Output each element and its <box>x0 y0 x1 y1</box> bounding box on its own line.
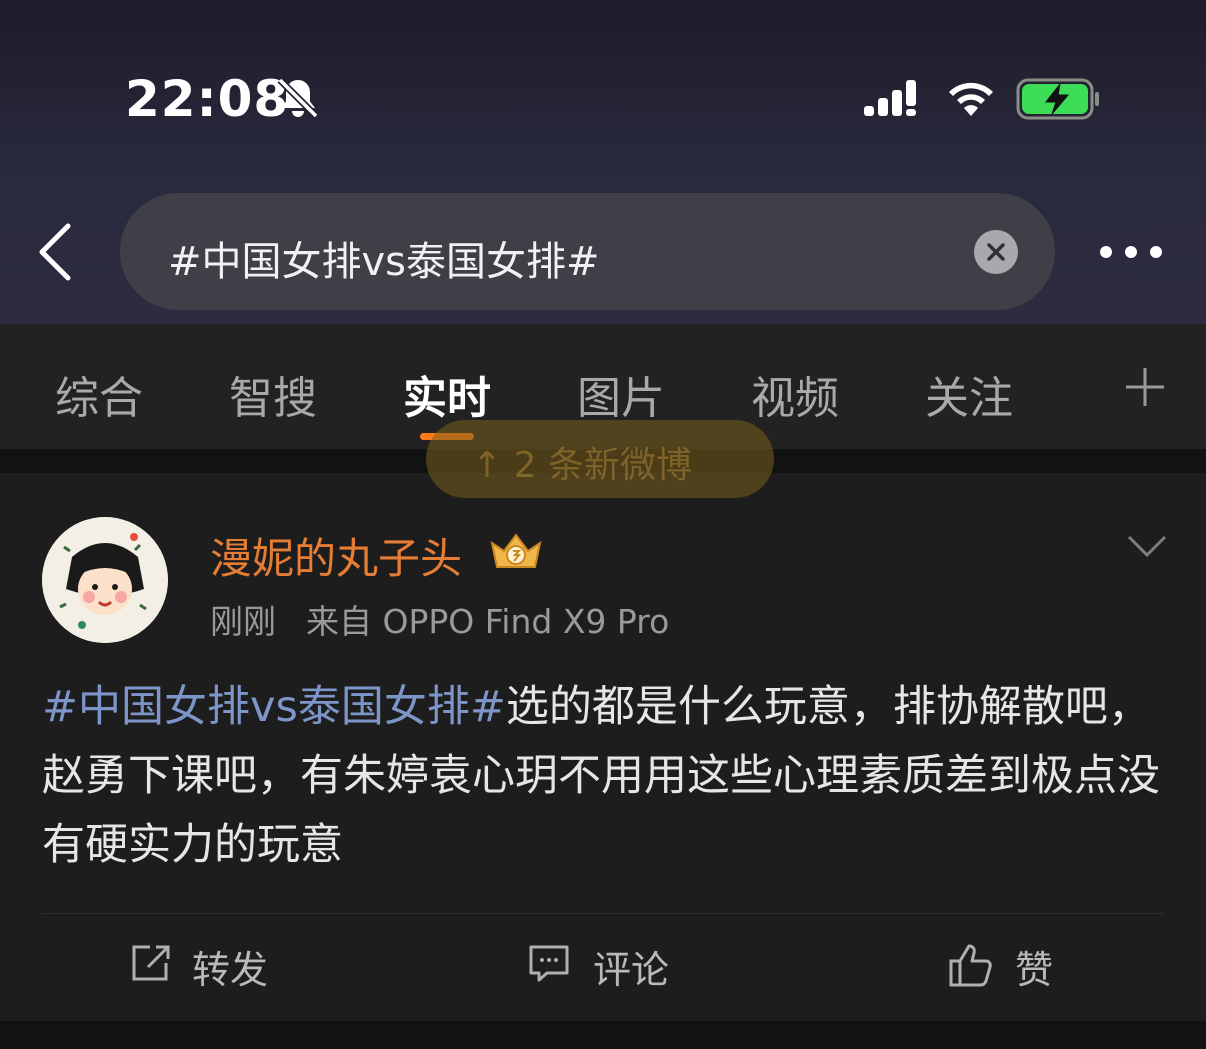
tab-realtime[interactable]: 实时 <box>403 362 491 426</box>
post-time: 刚刚 <box>210 602 276 641</box>
post-source: 来自 OPPO Find X9 Pro <box>306 602 670 641</box>
plus-icon[interactable] <box>1124 366 1166 408</box>
chevron-down-icon[interactable] <box>1126 533 1168 559</box>
cellular-signal-icon <box>864 80 916 116</box>
wifi-icon <box>949 82 993 116</box>
comment-label: 评论 <box>593 948 670 992</box>
search-query: #中国女排vs泰国女排# <box>168 239 600 285</box>
comment-icon <box>529 945 569 982</box>
new-posts-text: ↑ 2 条新微博 <box>472 445 692 486</box>
post-meta: 刚刚 来自 OPPO Find X9 Pro <box>210 595 669 643</box>
tab-comprehensive[interactable]: 综合 <box>55 362 143 426</box>
status-time: 22:08 <box>125 70 290 128</box>
username[interactable]: 漫妮的丸子头 <box>210 525 462 586</box>
tab-images[interactable]: 图片 <box>577 362 665 426</box>
bell-slash-icon <box>277 77 319 119</box>
new-posts-pill[interactable]: ↑ 2 条新微博 <box>426 420 774 498</box>
avatar[interactable] <box>42 517 168 643</box>
crown-badge-icon <box>490 533 542 568</box>
repost-icon <box>132 945 170 981</box>
repost-label: 转发 <box>192 948 269 992</box>
post-body: #中国女排vs泰国女排#选的都是什么玩意，排协解散吧，赵勇下课吧，有朱婷袁心玥不… <box>42 673 1172 880</box>
back-icon[interactable] <box>30 220 80 284</box>
like-label: 赞 <box>1015 948 1054 992</box>
tab-videos[interactable]: 视频 <box>751 362 839 426</box>
tab-following[interactable]: 关注 <box>925 362 1013 426</box>
search-input[interactable]: #中国女排vs泰国女排# <box>120 193 1055 310</box>
battery-charging-icon <box>1016 78 1099 120</box>
clear-icon[interactable] <box>974 230 1018 274</box>
more-icon[interactable] <box>1098 244 1164 260</box>
top-header: 22:08 #中国女排vs泰国女排# <box>0 0 1206 324</box>
divider <box>42 913 1164 914</box>
bottom-gap <box>0 1021 1206 1049</box>
post-card[interactable]: 漫妮的丸子头 刚刚 来自 OPPO Find X9 Pro #中国女排vs泰国女排… <box>0 473 1206 1021</box>
tab-smart-search[interactable]: 智搜 <box>229 362 317 426</box>
post-hashtag[interactable]: #中国女排vs泰国女排# <box>42 682 506 732</box>
thumbs-up-icon <box>949 944 992 987</box>
